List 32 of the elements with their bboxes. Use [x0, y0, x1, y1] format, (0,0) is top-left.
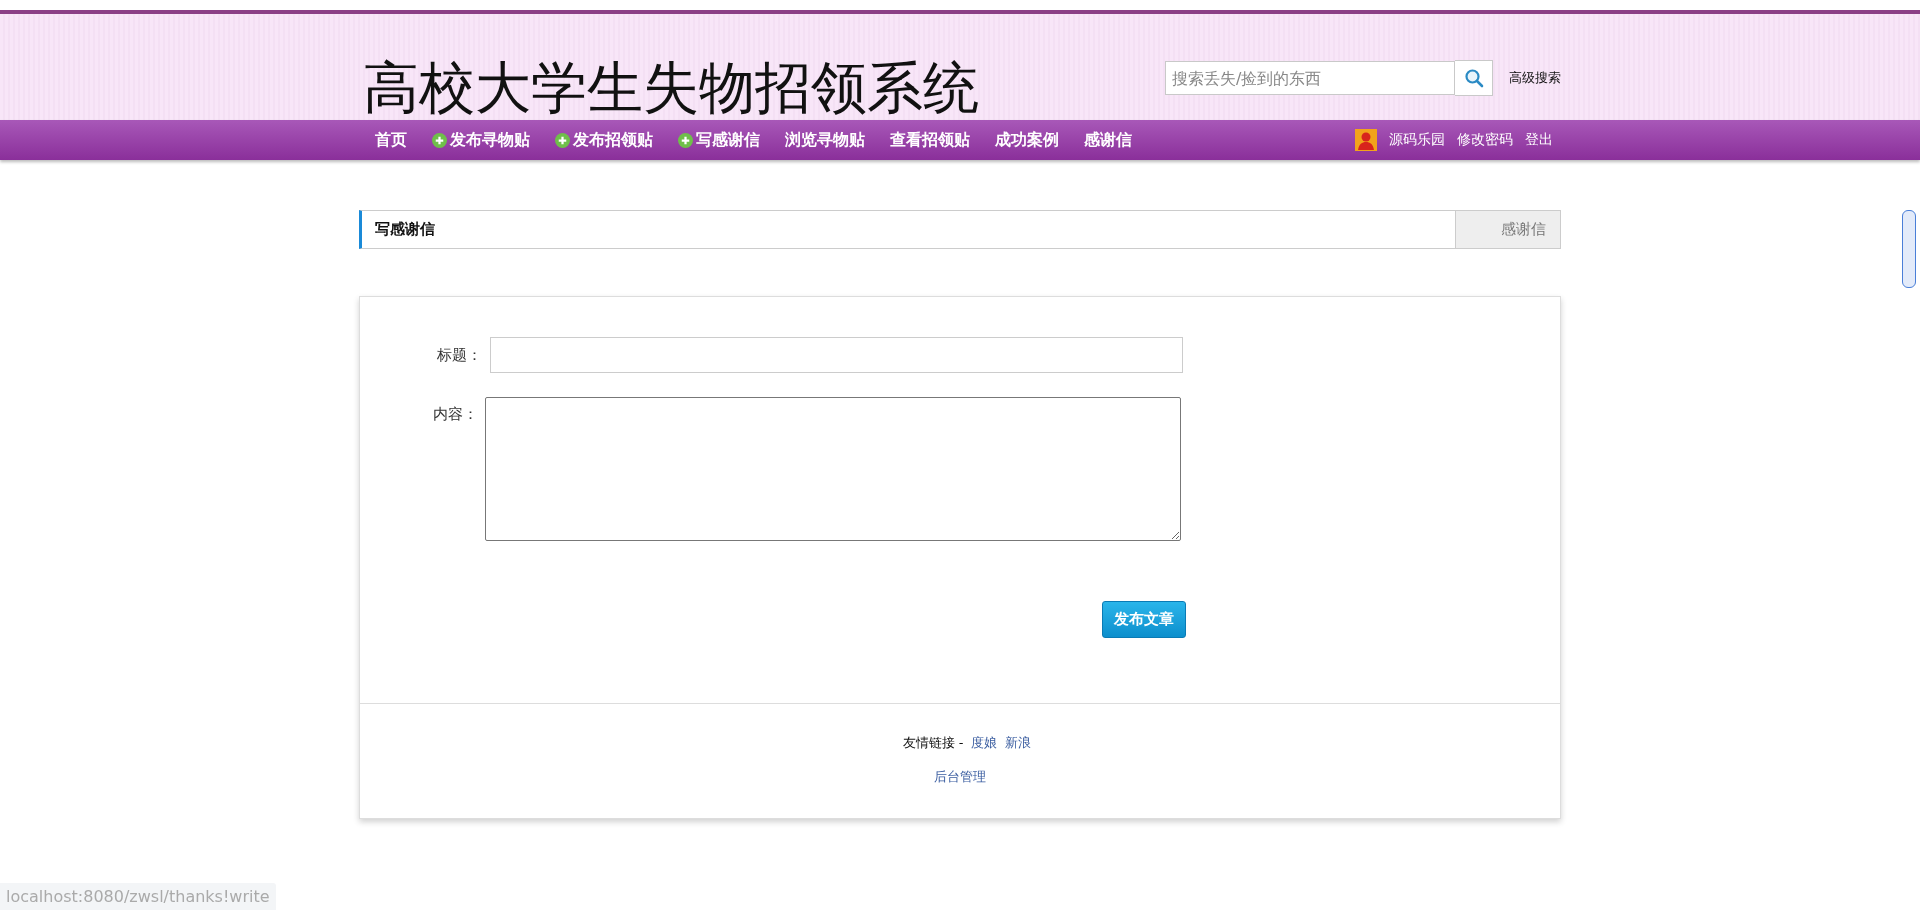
links-label: 友情链接 -: [902, 734, 964, 752]
search-icon: [1463, 68, 1484, 88]
user-link[interactable]: 登出: [1525, 131, 1553, 149]
search-button[interactable]: [1455, 60, 1493, 96]
section-title: 写感谢信: [374, 220, 435, 239]
plus-icon: [432, 132, 447, 148]
plus-icon: [555, 132, 570, 148]
nav-item[interactable]: 写感谢信: [678, 129, 760, 151]
publish-button[interactable]: 发布文章: [1102, 601, 1186, 638]
footer-link[interactable]: 新浪: [1005, 734, 1032, 752]
status-url: localhost:8080/zwsl/thanks!write: [0, 883, 276, 910]
field-label: 内容：: [432, 404, 478, 424]
search-field[interactable]: 搜索丢失/捡到的东西: [1165, 61, 1455, 95]
plus-icon: [678, 132, 693, 148]
user-link[interactable]: 修改密码: [1457, 131, 1513, 149]
admin-link[interactable]: 后台管理: [934, 769, 986, 784]
scrollbar-thumb[interactable]: [1902, 210, 1916, 288]
username-link[interactable]: 源码乐园: [1389, 131, 1445, 149]
site-title: 高校大学生失物招领系统: [362, 60, 979, 120]
advanced-search-link[interactable]: 高级搜索: [1509, 69, 1561, 87]
nav-item[interactable]: 发布招领贴: [555, 129, 653, 151]
nav-item[interactable]: 成功案例: [995, 129, 1059, 151]
footer-link[interactable]: 度娘: [971, 734, 998, 752]
avatar-icon: [1355, 129, 1377, 151]
nav-item[interactable]: 查看招领贴: [890, 129, 970, 151]
title-input[interactable]: [490, 337, 1183, 373]
nav-item[interactable]: 发布寻物贴: [432, 129, 530, 151]
nav-item[interactable]: 浏览寻物贴: [785, 129, 865, 151]
section-tab[interactable]: 感谢信: [1455, 211, 1560, 248]
nav-item[interactable]: 首页: [375, 129, 407, 151]
field-label: 标题：: [436, 345, 482, 366]
nav-item[interactable]: 感谢信: [1084, 129, 1132, 151]
